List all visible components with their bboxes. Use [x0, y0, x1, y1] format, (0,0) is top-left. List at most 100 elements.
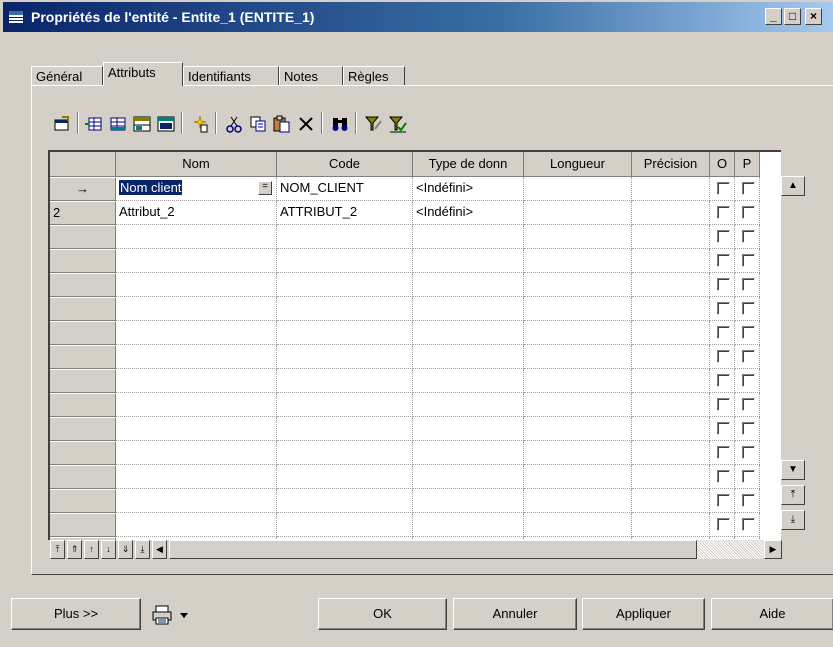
cancel-button[interactable]: Annuler [453, 598, 577, 630]
print-button[interactable] [151, 604, 211, 626]
scroll-page-down-button[interactable]: ⤓ [781, 510, 805, 530]
vertical-scrollbar[interactable]: ▲ ▼ ⤒ ⤓ [781, 150, 808, 540]
row-header[interactable] [50, 393, 116, 417]
move-up-icon[interactable]: ↑ [84, 540, 99, 559]
empty-cell[interactable] [524, 273, 632, 297]
primary-checkbox[interactable] [742, 278, 755, 291]
empty-cell[interactable] [277, 345, 413, 369]
empty-cell[interactable] [277, 417, 413, 441]
empty-cell[interactable] [116, 273, 277, 297]
ok-button[interactable]: OK [318, 598, 447, 630]
mandatory-checkbox[interactable] [717, 206, 730, 219]
cell-code[interactable]: ATTRIBUT_2 [277, 201, 413, 225]
row-header[interactable] [50, 489, 116, 513]
column-header-data-type[interactable]: Type de donn [413, 152, 524, 177]
empty-cell[interactable] [524, 369, 632, 393]
move-top-icon[interactable]: ⤒ [50, 540, 65, 559]
empty-cell[interactable] [632, 489, 710, 513]
empty-cell[interactable] [277, 513, 413, 537]
empty-cell[interactable] [632, 513, 710, 537]
mandatory-checkbox[interactable] [717, 278, 730, 291]
new-icon[interactable] [189, 112, 211, 136]
empty-cell[interactable] [277, 225, 413, 249]
empty-cell[interactable] [413, 345, 524, 369]
delete-icon[interactable] [295, 112, 317, 136]
cell-precision[interactable] [632, 201, 710, 225]
add-row-icon[interactable] [107, 112, 129, 136]
cell-name-value[interactable]: Nom client [119, 180, 183, 195]
primary-checkbox[interactable] [742, 422, 755, 435]
tab-notes[interactable]: Notes [279, 66, 343, 85]
mandatory-checkbox[interactable] [717, 302, 730, 315]
row-header[interactable] [50, 321, 116, 345]
row-header[interactable]: 2 [50, 201, 116, 225]
empty-cell[interactable] [632, 369, 710, 393]
row-header[interactable] [50, 273, 116, 297]
empty-cell[interactable] [116, 345, 277, 369]
empty-cell[interactable] [277, 369, 413, 393]
column-header-length[interactable]: Longueur [524, 152, 632, 177]
cell-name[interactable]: Nom client = [116, 177, 277, 201]
empty-cell[interactable] [632, 441, 710, 465]
empty-cell[interactable] [116, 489, 277, 513]
empty-cell[interactable] [524, 297, 632, 321]
mandatory-checkbox[interactable] [717, 422, 730, 435]
insert-row-icon[interactable] [83, 112, 105, 136]
empty-cell[interactable] [632, 321, 710, 345]
close-button[interactable]: × [805, 8, 822, 25]
empty-cell[interactable] [632, 465, 710, 489]
horizontal-scroll-track[interactable] [169, 540, 697, 559]
mandatory-checkbox[interactable] [717, 230, 730, 243]
column-header-primary[interactable]: P [735, 152, 760, 177]
properties-icon[interactable] [51, 112, 73, 136]
tab-general[interactable]: Général [31, 66, 103, 85]
primary-checkbox[interactable] [742, 494, 755, 507]
empty-cell[interactable] [116, 465, 277, 489]
empty-cell[interactable] [632, 345, 710, 369]
empty-cell[interactable] [524, 489, 632, 513]
row-header[interactable] [50, 465, 116, 489]
empty-cell[interactable] [632, 273, 710, 297]
empty-cell[interactable] [116, 417, 277, 441]
empty-cell[interactable] [524, 465, 632, 489]
primary-checkbox[interactable] [742, 350, 755, 363]
row-header-current[interactable]: → [50, 177, 116, 201]
empty-cell[interactable] [116, 249, 277, 273]
empty-cell[interactable] [277, 321, 413, 345]
primary-checkbox[interactable] [742, 398, 755, 411]
cell-length[interactable] [524, 177, 632, 201]
empty-cell[interactable] [632, 297, 710, 321]
mandatory-checkbox[interactable] [717, 350, 730, 363]
move-bottom-icon[interactable]: ⤓ [135, 540, 150, 559]
scroll-right-button[interactable]: ▶ [764, 540, 782, 559]
move-down-icon[interactable]: ↓ [101, 540, 116, 559]
primary-checkbox[interactable] [742, 446, 755, 459]
empty-cell[interactable] [524, 345, 632, 369]
empty-cell[interactable] [413, 225, 524, 249]
scroll-down-button[interactable]: ▼ [781, 460, 805, 480]
empty-cell[interactable] [116, 297, 277, 321]
cut-icon[interactable] [223, 112, 245, 136]
empty-cell[interactable] [277, 441, 413, 465]
mandatory-checkbox[interactable] [717, 470, 730, 483]
row-header[interactable] [50, 369, 116, 393]
move-page-up-icon[interactable]: ⇑ [67, 540, 82, 559]
mandatory-checkbox[interactable] [717, 254, 730, 267]
apply-button[interactable]: Appliquer [582, 598, 705, 630]
cell-precision[interactable] [632, 177, 710, 201]
more-button[interactable]: Plus >> [11, 598, 141, 630]
row-header[interactable] [50, 297, 116, 321]
column-header-mandatory[interactable]: O [710, 152, 735, 177]
primary-checkbox[interactable] [742, 254, 755, 267]
primary-checkbox[interactable] [742, 326, 755, 339]
empty-cell[interactable] [413, 297, 524, 321]
empty-cell[interactable] [413, 489, 524, 513]
empty-cell[interactable] [524, 249, 632, 273]
mandatory-checkbox[interactable] [717, 398, 730, 411]
primary-checkbox[interactable] [742, 230, 755, 243]
empty-cell[interactable] [413, 441, 524, 465]
empty-cell[interactable] [277, 393, 413, 417]
row-header[interactable] [50, 249, 116, 273]
empty-cell[interactable] [116, 441, 277, 465]
mandatory-checkbox[interactable] [717, 494, 730, 507]
